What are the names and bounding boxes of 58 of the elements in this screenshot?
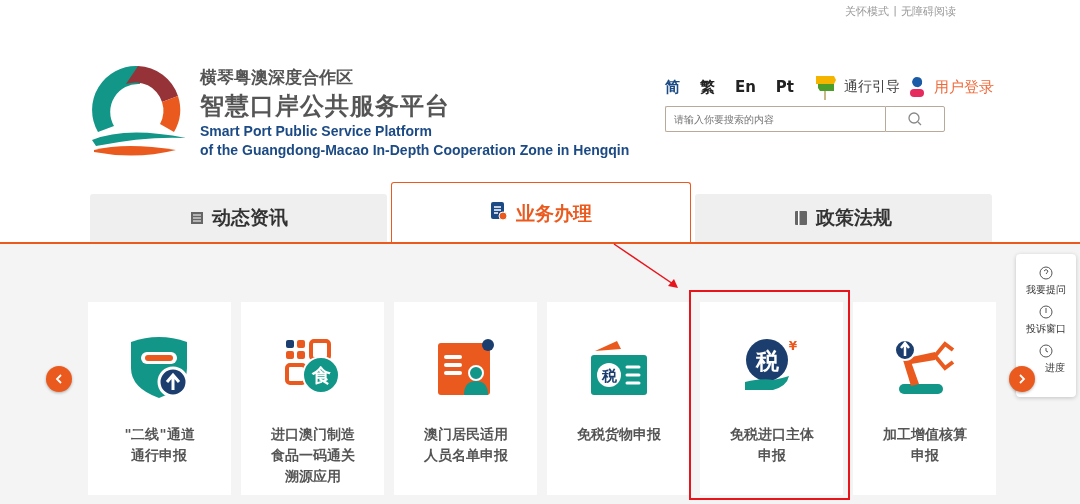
language-option[interactable]: 繁	[699, 77, 715, 97]
chevron-right-icon	[1018, 374, 1026, 384]
nav-tab[interactable]: 动态资讯	[90, 194, 388, 242]
search-field[interactable]: 请输入你要搜索的内容	[664, 106, 885, 132]
nav-tab[interactable]: 业务办理	[391, 182, 691, 242]
language-option[interactable]: En	[734, 78, 756, 96]
icon-label: 税	[601, 367, 616, 385]
service-label: 申报	[910, 446, 939, 465]
service-label: 通行申报	[131, 446, 188, 465]
service-card[interactable]: 加工增值核算 申报	[853, 302, 996, 495]
user-icon	[908, 76, 926, 98]
chevron-left-icon	[55, 374, 63, 384]
next-button[interactable]	[1009, 366, 1035, 392]
service-label: 免税货物申报	[576, 425, 661, 444]
separator: |	[893, 4, 897, 19]
document-icon	[490, 201, 508, 221]
service-card[interactable]: 澳门居民适用 人员名单申报	[394, 302, 537, 495]
platform-org-title: 横琴粤澳深度合作区	[200, 66, 354, 89]
search-icon	[907, 112, 922, 126]
newspaper-icon	[189, 211, 204, 225]
robot-arm-icon	[894, 338, 955, 396]
service-label: "二线"通道	[124, 425, 195, 444]
book-icon	[794, 210, 809, 226]
travel-guide-link[interactable]: 通行引导	[844, 78, 900, 96]
icon-label: 食	[311, 364, 330, 386]
service-card[interactable]: 食 进口澳门制造 食品一码通关 溯源应用	[241, 302, 384, 495]
signpost-icon	[814, 74, 838, 100]
nav-tab[interactable]: 政策法规	[694, 194, 992, 242]
hand-coin-icon	[744, 339, 789, 390]
platform-english-title: Smart Port Public Service Platform	[200, 122, 433, 141]
search-button[interactable]	[884, 106, 945, 132]
platform-title: 智慧口岸公共服务平台	[200, 91, 451, 122]
person-card-icon	[437, 339, 494, 395]
service-label: 澳门居民适用	[423, 425, 508, 444]
side-menu-item[interactable]: 进度	[1045, 361, 1065, 375]
service-card[interactable]: 税 免税货物申报	[547, 302, 690, 495]
question-icon	[1039, 266, 1053, 280]
service-label: 申报	[757, 446, 786, 465]
service-label: 溯源应用	[284, 467, 341, 486]
service-label: 人员名单申报	[423, 446, 508, 465]
tax-card-icon	[590, 341, 647, 395]
service-label: 进口澳门制造	[270, 425, 355, 444]
service-label: 加工增值核算	[882, 425, 967, 444]
language-option[interactable]: Pt	[775, 78, 794, 96]
history-icon	[1039, 344, 1053, 358]
alert-icon	[1039, 305, 1053, 319]
service-card[interactable]: 税 ¥ 免税进口主体 申报	[700, 302, 843, 495]
language-option[interactable]: 简	[664, 77, 680, 97]
platform-english-subtitle: of the Guangdong-Macao In-Depth Cooperation Zone in Hengqin	[200, 141, 630, 160]
yen-sign: ¥	[788, 339, 797, 353]
side-menu-item[interactable]: 投诉窗口	[1026, 322, 1066, 336]
side-menu-item[interactable]: 我要提问	[1026, 283, 1066, 297]
qr-code-food-icon	[284, 339, 340, 394]
previous-button[interactable]	[46, 366, 72, 392]
icon-label: 税	[755, 348, 778, 374]
service-card[interactable]: "二线"通道 通行申报	[88, 302, 231, 495]
service-label: 免税进口主体	[729, 425, 814, 444]
service-label: 食品一码通关	[270, 446, 355, 465]
